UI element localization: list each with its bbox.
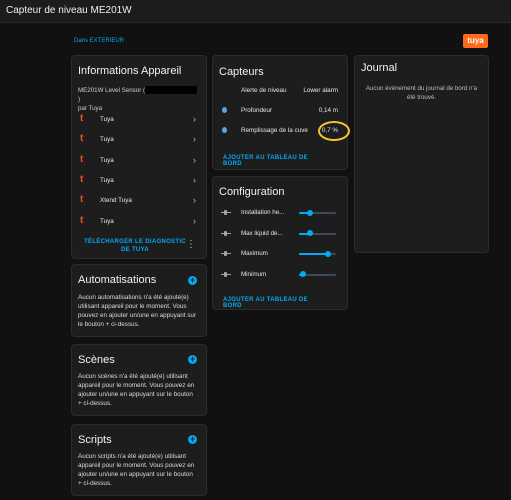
config-slider[interactable] [299, 230, 336, 236]
config-slider[interactable] [299, 250, 336, 257]
config-label: Maximum [241, 250, 268, 257]
tuya-icon: t [80, 173, 84, 185]
download-diagnostic-button[interactable]: TÉLÉCHARGER LE DIAGNOSTIC DE TUYA [80, 238, 190, 254]
config-row: Minimum [219, 268, 341, 286]
tuya-icon: t [80, 133, 84, 145]
config-label: Minimum [241, 270, 267, 278]
automations-card: Automatisations + Aucun automatisations … [71, 264, 207, 337]
device-entry-label: Tuya [100, 176, 114, 184]
device-entry-row[interactable]: t Tuya › [78, 213, 198, 231]
sensor-label: Remplissage de la cuve [241, 127, 308, 134]
chevron-right-icon: › [193, 174, 196, 185]
config-row: Maximum [219, 247, 341, 265]
config-label: Max liquid de... [241, 229, 283, 237]
water-drop-icon [222, 107, 227, 113]
tuya-logo: tuya [463, 34, 488, 48]
scenes-text: Aucun scènes n'a été ajouté(e) utilisant… [78, 373, 195, 407]
journal-title: Journal [361, 62, 398, 74]
sensor-row[interactable]: Alerte de niveau Lower alarm [219, 83, 341, 99]
water-drop-icon [222, 127, 227, 133]
slider-fill [299, 253, 328, 255]
configuration-title: Configuration [219, 186, 285, 198]
device-entry-label: Tuya [100, 116, 114, 123]
chevron-right-icon: › [193, 134, 196, 145]
page-title: Capteur de niveau ME201W [6, 5, 132, 16]
model-prefix: ME201W Level Sensor ( [78, 87, 146, 94]
sensor-row[interactable]: Profondeur 0,14 m [219, 103, 341, 119]
device-entry-row[interactable]: t Tuya › [78, 111, 198, 129]
slider-thumb[interactable] [306, 209, 313, 216]
device-info-title: Informations Appareil [78, 65, 182, 77]
highlight-circle [318, 121, 350, 141]
automations-title: Automatisations [78, 274, 157, 286]
sensors-title: Capteurs [219, 66, 264, 78]
scripts-text: Aucun scripts n'a été ajouté(e) utilisan… [78, 453, 195, 487]
automations-text: Aucun automatisations n'a été ajouté(e) … [78, 294, 196, 328]
configuration-card: Configuration Installation he... Max liqu… [212, 176, 348, 310]
device-entry-row[interactable]: t Tuya › [78, 172, 198, 190]
device-entry-label: Tuya [100, 136, 114, 144]
config-label: Installation he... [241, 209, 285, 216]
more-options-icon[interactable]: ⋮ [186, 240, 196, 250]
scenes-title: Scènes [78, 354, 115, 366]
config-slider[interactable] [299, 209, 336, 216]
chevron-right-icon: › [193, 195, 196, 206]
scripts-title: Scripts [78, 434, 112, 446]
config-row: Max liquid de... [219, 227, 341, 245]
chevron-right-icon: › [193, 215, 196, 226]
add-sensors-to-dashboard-button[interactable]: AJOUTER AU TABLEAU DE BORD [223, 155, 319, 167]
add-scene-icon[interactable]: + [188, 355, 197, 364]
area-link[interactable]: Dans EXTERIEUR [74, 38, 124, 44]
diagnostic-line2: DE TUYA [121, 247, 149, 253]
device-entry-label: Tuya [100, 156, 114, 164]
device-entry-label: Xtend Tuya [100, 197, 132, 205]
tuya-icon: t [80, 113, 84, 124]
slider-thumb[interactable] [300, 271, 307, 277]
sensor-value: Lower alarm [303, 87, 338, 94]
device-info-card: Informations Appareil ME201W Level Senso… [71, 55, 207, 259]
config-row: Installation he... [219, 206, 341, 224]
tuya-icon: t [80, 153, 84, 165]
chevron-right-icon: › [193, 114, 196, 124]
device-entry-label: Tuya [100, 217, 114, 225]
device-entry-row[interactable]: t Tuya › [78, 131, 198, 149]
diagnostic-line1: TÉLÉCHARGER LE DIAGNOSTIC [84, 239, 186, 245]
tuya-icon: t [80, 194, 84, 206]
device-model: ME201W Level Sensor () par Tuya [78, 86, 198, 113]
device-entry-row[interactable]: t Tuya › [78, 152, 198, 170]
journal-empty-text: Aucun événement du journal de bord n'a é… [365, 85, 478, 101]
slider-setting-icon [221, 230, 231, 236]
top-bar: Capteur de niveau ME201W [0, 0, 511, 23]
journal-card: Journal Aucun événement du journal de bo… [354, 55, 489, 253]
add-automation-icon[interactable]: + [188, 276, 197, 285]
sensor-label: Profondeur [241, 107, 273, 114]
chevron-right-icon: › [193, 154, 196, 165]
sensors-card: Capteurs Alerte de niveau Lower alarm Prof… [212, 55, 348, 170]
config-slider[interactable] [299, 271, 336, 277]
model-suffix: ) [78, 96, 81, 103]
add-script-icon[interactable]: + [188, 435, 197, 444]
sensor-label: Alerte de niveau [241, 87, 287, 94]
slider-setting-icon [221, 251, 231, 256]
redacted-block [145, 86, 198, 95]
scripts-card: Scripts + Aucun scripts n'a été ajouté(e… [71, 424, 207, 496]
scenes-card: Scènes + Aucun scènes n'a été ajouté(e) … [71, 344, 207, 416]
slider-thumb[interactable] [324, 250, 331, 257]
slider-setting-icon [221, 271, 231, 277]
tuya-icon: t [80, 214, 84, 226]
slider-thumb[interactable] [306, 230, 313, 236]
add-config-to-dashboard-button[interactable]: AJOUTER AU TABLEAU DE BORD [223, 297, 319, 309]
device-entry-row[interactable]: t Xtend Tuya › [78, 192, 198, 210]
slider-setting-icon [221, 210, 231, 215]
sensor-value: 0,14 m [318, 107, 338, 114]
